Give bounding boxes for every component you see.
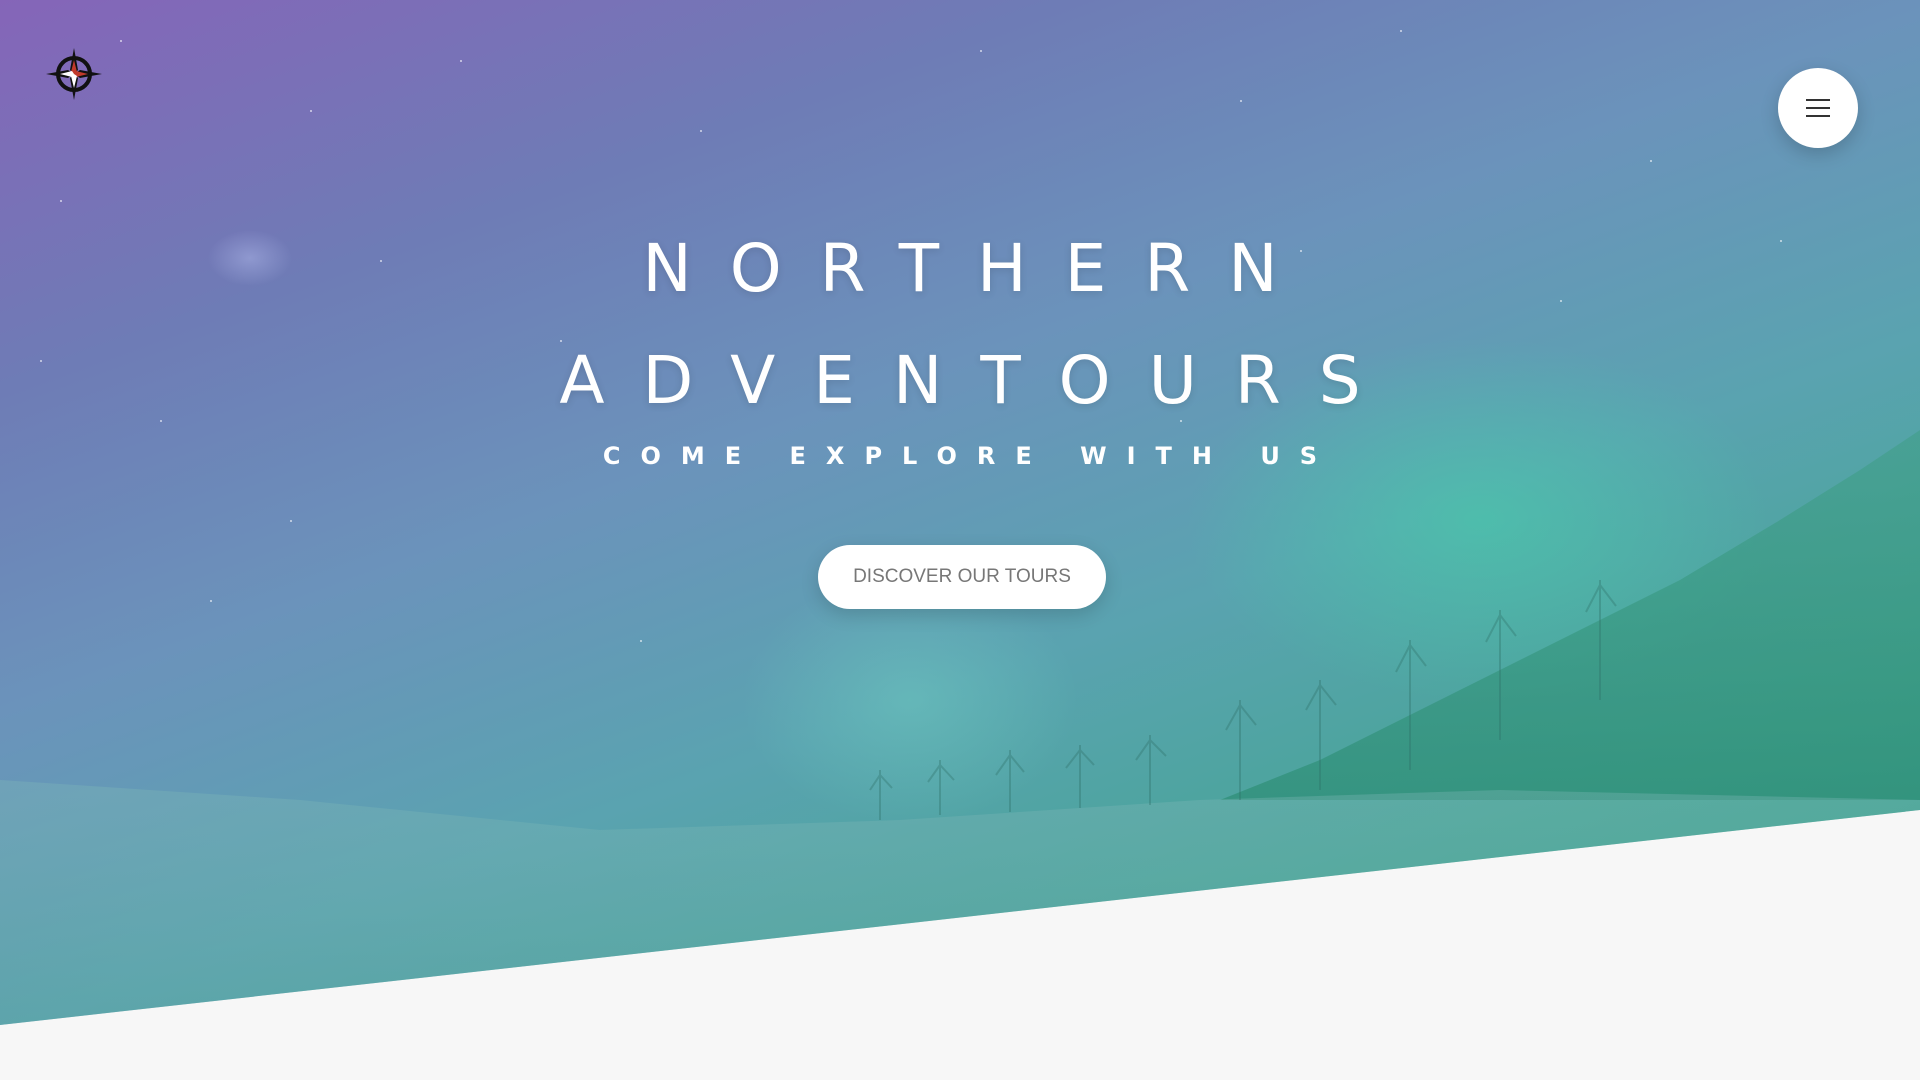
discover-tours-button[interactable]: DISCOVER OUR TOURS bbox=[818, 545, 1106, 609]
compass-rose-icon[interactable] bbox=[44, 46, 104, 102]
hero-title-line-1: NORTHERN bbox=[642, 230, 1316, 307]
hero-background bbox=[0, 0, 1920, 1025]
hero-title-line-2: ADVENTOURS bbox=[559, 342, 1399, 419]
menu-button[interactable] bbox=[1778, 68, 1858, 148]
hero-subtitle: COME EXPLORE WITH US bbox=[602, 442, 1338, 470]
hamburger-menu-icon bbox=[1806, 99, 1830, 117]
hero-section: NORTHERN ADVENTOURS COME EXPLORE WITH US… bbox=[0, 0, 1920, 1080]
mountain-silhouette bbox=[0, 430, 1920, 1025]
